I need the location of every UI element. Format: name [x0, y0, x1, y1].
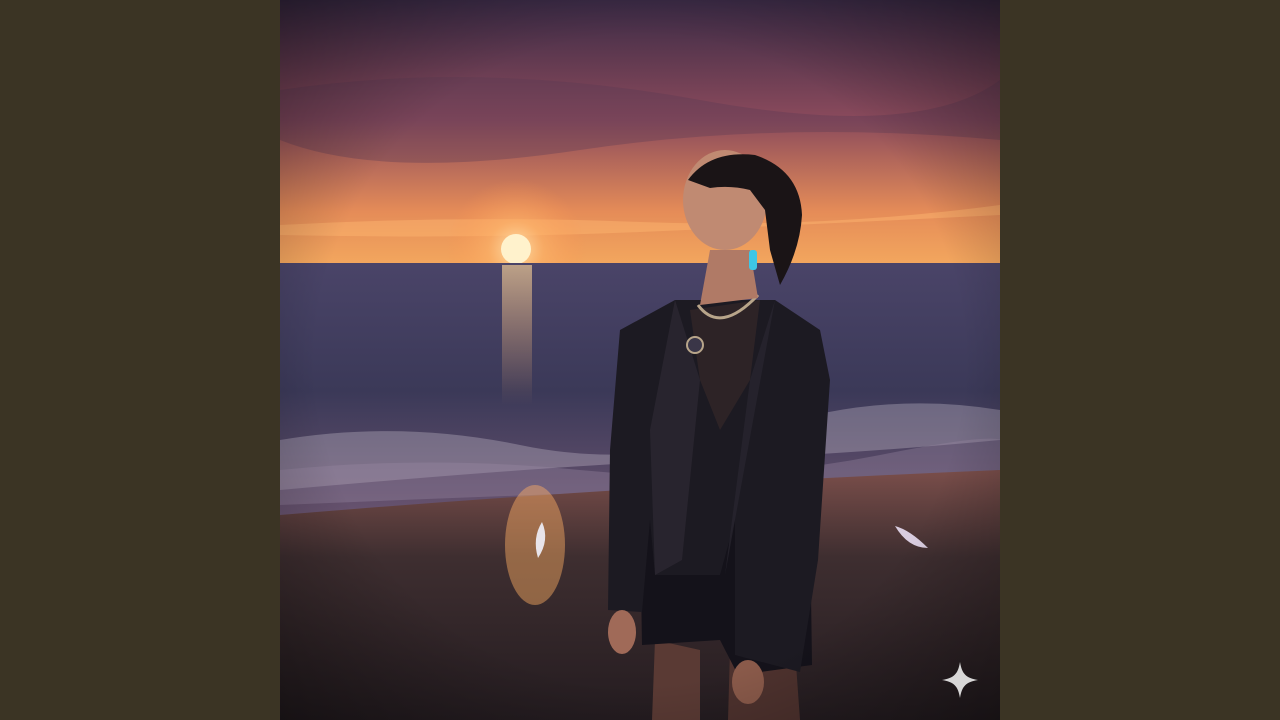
sunset-beach-scene	[280, 0, 1000, 720]
album-artwork	[280, 0, 1000, 720]
sparkle-icon	[940, 660, 980, 700]
video-frame	[0, 0, 1280, 720]
vignette	[280, 0, 1000, 720]
